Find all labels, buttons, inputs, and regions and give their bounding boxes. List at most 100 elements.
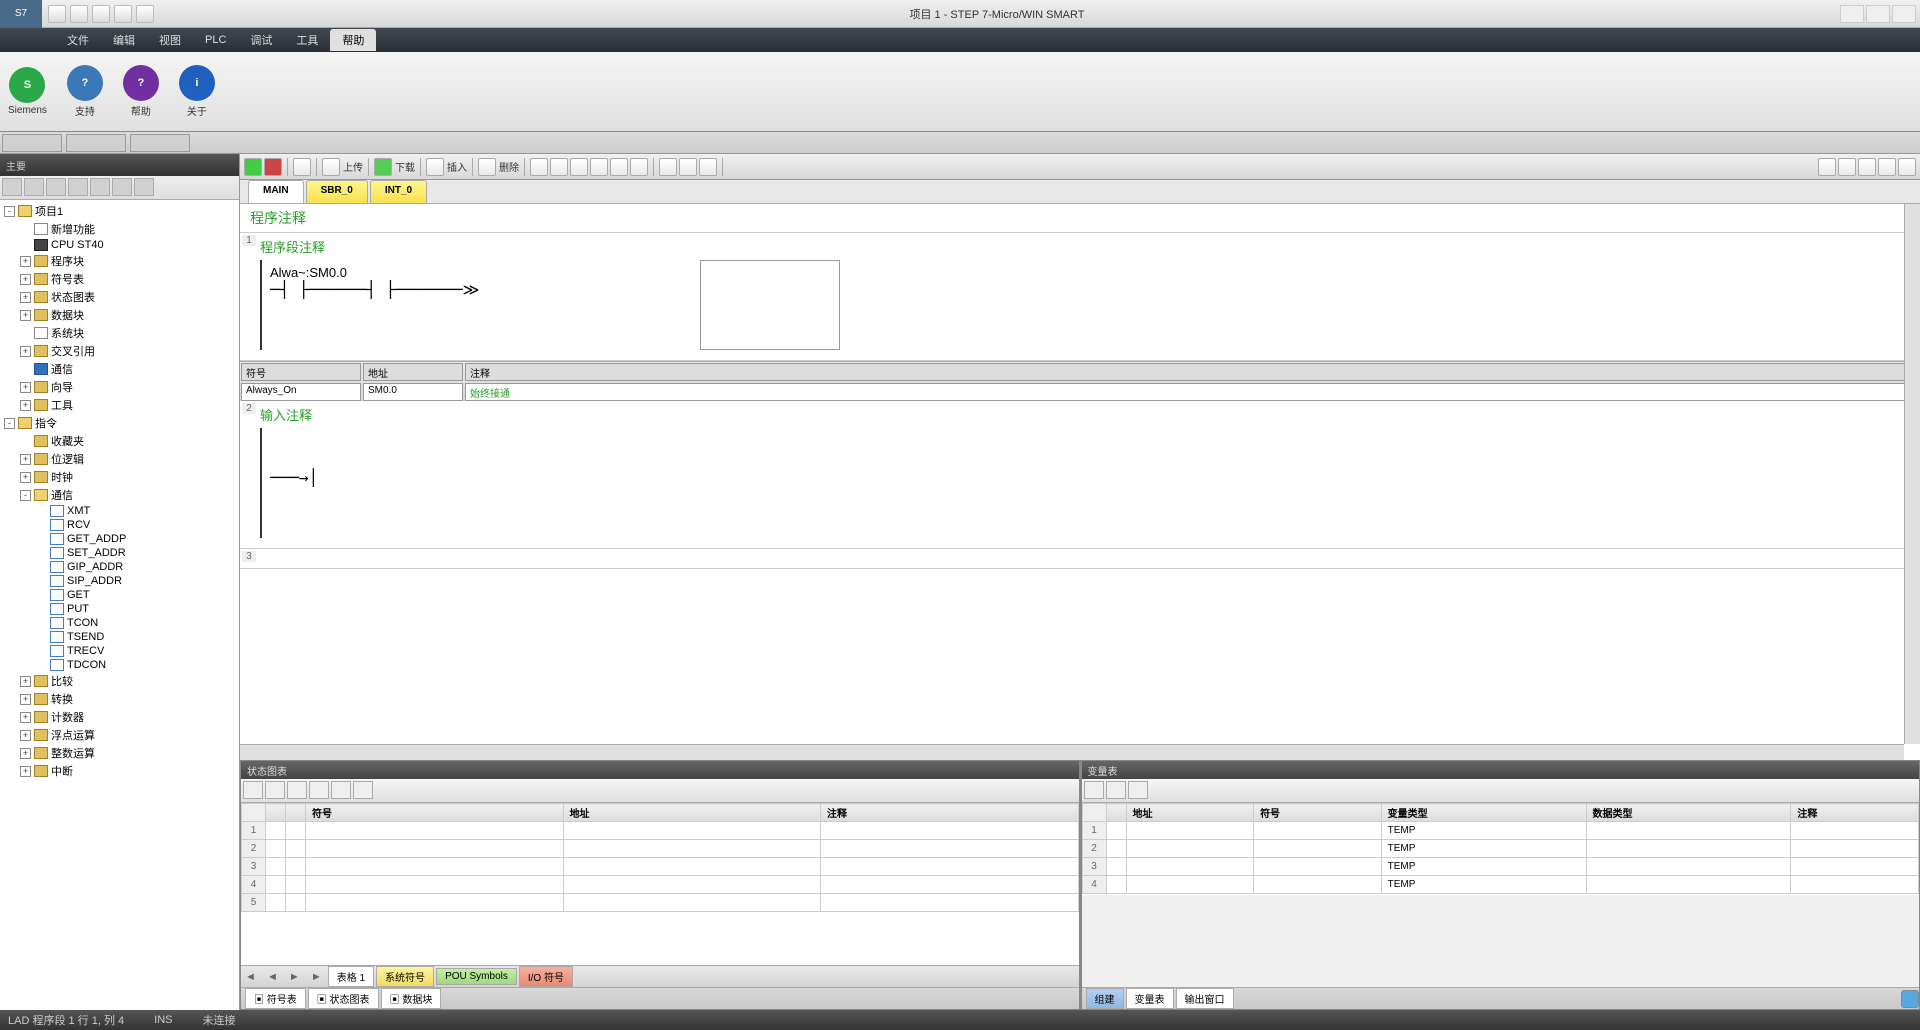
run-icon[interactable] [244,158,262,176]
menu-view[interactable]: 视图 [147,29,193,51]
toolbar-icon[interactable] [1858,158,1876,176]
tree-item[interactable]: TDCON [2,658,237,672]
tree-item[interactable]: GIP_ADDR [2,560,237,574]
toolbar-icon[interactable] [1898,158,1916,176]
expand-icon[interactable]: - [4,418,15,429]
toolbar-icon[interactable] [610,158,628,176]
bottom-tab[interactable]: ▣ 符号表 [245,988,306,1009]
qat-save-icon[interactable] [92,5,110,23]
tree-item[interactable]: XMT [2,504,237,518]
upload-button[interactable]: 上传 [322,158,363,176]
expand-icon[interactable]: + [20,400,31,411]
table-row[interactable]: 2TEMP [1082,840,1919,858]
tree-item[interactable]: +程序块 [2,252,237,270]
tree-item[interactable]: +数据块 [2,306,237,324]
panel-anchor-icon[interactable] [1901,990,1919,1008]
toolbar-icon[interactable] [679,158,697,176]
expand-icon[interactable]: + [20,292,31,303]
network-title[interactable]: 输入注释 [240,401,1920,428]
expand-icon[interactable]: + [20,748,31,759]
tab-variable-table[interactable]: 变量表 [1126,988,1174,1009]
toolbar-icon[interactable] [1838,158,1856,176]
toolbar-icon[interactable] [570,158,588,176]
tree-item[interactable]: -项目1 [2,202,237,220]
expand-icon[interactable]: + [20,766,31,777]
tree-item[interactable]: 通信 [2,360,237,378]
tab-io-symbols[interactable]: I/O 符号 [519,966,573,987]
horizontal-scrollbar[interactable] [240,744,1904,760]
tree-toolbar-icon[interactable] [24,178,44,196]
tree-item[interactable]: +中断 [2,762,237,780]
menu-help[interactable]: 帮助 [330,29,376,51]
delete-button[interactable]: 删除 [478,158,519,176]
tb2-button[interactable] [130,134,190,152]
tree-item[interactable]: +浮点运算 [2,726,237,744]
menu-file[interactable]: 文件 [55,29,101,51]
panel-tb-icon[interactable] [309,781,329,799]
ladder-editor[interactable]: 程序注释 1 程序段注释 Alwa~:SM0.0 ─┤ ├──────┤ ├──… [240,204,1920,760]
project-tree[interactable]: -项目1新增功能CPU ST40+程序块+符号表+状态图表+数据块系统块+交叉引… [0,200,239,1010]
tree-item[interactable]: +状态图表 [2,288,237,306]
download-button[interactable]: 下载 [374,158,415,176]
panel-tb-icon[interactable] [243,781,263,799]
toolbar-icon[interactable] [1878,158,1896,176]
expand-icon[interactable]: + [20,310,31,321]
panel-tb-icon[interactable] [287,781,307,799]
tab-table1[interactable]: 表格 1 [328,966,374,987]
expand-icon[interactable]: + [20,256,31,267]
tree-item[interactable]: +工具 [2,396,237,414]
close-button[interactable] [1892,5,1916,23]
panel-tb-icon[interactable] [331,781,351,799]
tree-item[interactable]: TSEND [2,630,237,644]
toolbar-icon[interactable] [630,158,648,176]
maximize-button[interactable] [1866,5,1890,23]
tab-sbr0[interactable]: SBR_0 [306,180,368,203]
toolbar-icon[interactable] [550,158,568,176]
expand-icon[interactable]: + [20,694,31,705]
qat-new-icon[interactable] [48,5,66,23]
tree-item[interactable]: +位逻辑 [2,450,237,468]
menu-edit[interactable]: 编辑 [101,29,147,51]
table-row[interactable]: 1TEMP [1082,822,1919,840]
tree-item[interactable]: -指令 [2,414,237,432]
minimize-button[interactable] [1840,5,1864,23]
panel-tb-icon[interactable] [1084,781,1104,799]
ribbon-help-button[interactable]: ? 帮助 [123,65,159,118]
expand-icon[interactable]: + [20,712,31,723]
bottom-tab[interactable]: ▣ 数据块 [381,988,442,1009]
compile-icon[interactable] [293,158,311,176]
tree-item[interactable]: SIP_ADDR [2,574,237,588]
stop-icon[interactable] [264,158,282,176]
tree-toolbar-icon[interactable] [46,178,66,196]
tree-item[interactable]: PUT [2,602,237,616]
app-logo[interactable]: S7 [0,0,42,28]
tab-pou-symbols[interactable]: POU Symbols [436,968,517,985]
network-1[interactable]: 1 程序段注释 Alwa~:SM0.0 ─┤ ├──────┤ ├───────… [240,233,1920,361]
tree-item[interactable]: +交叉引用 [2,342,237,360]
tree-item[interactable]: SET_ADDR [2,546,237,560]
insert-button[interactable]: 插入 [426,158,467,176]
qat-open-icon[interactable] [70,5,88,23]
tree-item[interactable]: CPU ST40 [2,238,237,252]
toolbar-icon[interactable] [530,158,548,176]
table-row[interactable]: 4TEMP [1082,876,1919,894]
expand-icon[interactable]: + [20,346,31,357]
expand-icon[interactable]: + [20,472,31,483]
tb2-button[interactable] [2,134,62,152]
variable-table-grid[interactable]: 地址 符号 变量类型 数据类型 注释 1TEMP2TEMP3TEMP4TEMP [1082,803,1920,895]
tab-int0[interactable]: INT_0 [370,180,427,203]
tree-item[interactable]: GET_ADDP [2,532,237,546]
vertical-scrollbar[interactable] [1904,204,1920,744]
tree-item[interactable]: TRECV [2,644,237,658]
network-2[interactable]: 2 输入注释 ───→│ [240,401,1920,549]
tree-item[interactable]: +整数运算 [2,744,237,762]
tree-item[interactable]: 新增功能 [2,220,237,238]
tree-item[interactable]: 收藏夹 [2,432,237,450]
expand-icon[interactable]: - [4,206,15,217]
tree-toolbar-icon[interactable] [2,178,22,196]
tree-item[interactable]: +转换 [2,690,237,708]
expand-icon[interactable]: - [20,490,31,501]
tb2-button[interactable] [66,134,126,152]
ribbon-support-button[interactable]: ? 支持 [67,65,103,118]
tab-system-symbols[interactable]: 系统符号 [376,966,434,987]
